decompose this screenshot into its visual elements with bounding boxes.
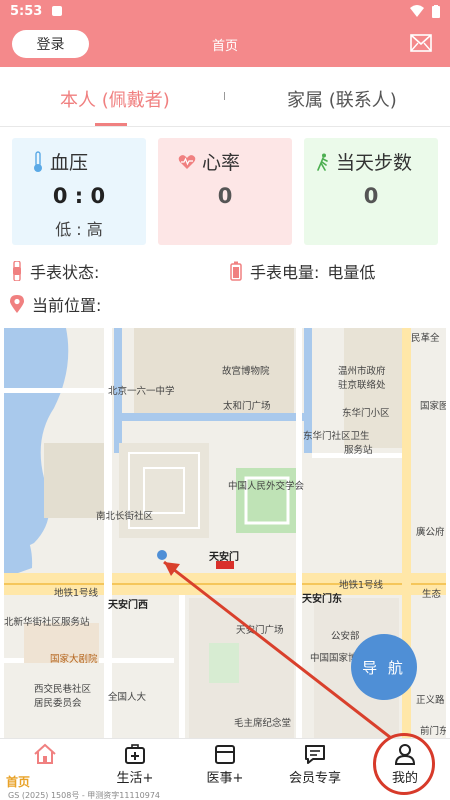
map-label: 北京一六一中学 xyxy=(108,386,175,397)
map-label: 廣公府 xyxy=(416,527,445,538)
steps-title: 当天步数 xyxy=(336,152,413,174)
watch-status-row: 手表状态: xyxy=(12,259,99,283)
map-copyright: GS (2025) 1508号 - 甲测资字11110974 xyxy=(8,791,161,800)
steps-value: 0 xyxy=(363,184,379,208)
navigate-button[interactable]: 导 航 xyxy=(351,634,417,700)
tab-divider xyxy=(224,92,225,100)
nav-medical[interactable]: 医事+ xyxy=(190,743,260,786)
map-label: 前门东 xyxy=(420,726,446,737)
steps-card[interactable]: 当天步数 0 xyxy=(304,138,438,245)
status-bar: 5:53 xyxy=(0,0,450,22)
medical-icon xyxy=(215,745,235,764)
chat-icon xyxy=(305,745,325,764)
map-label: 天安门东 xyxy=(302,594,342,605)
walking-icon xyxy=(317,153,328,171)
battery-icon xyxy=(432,4,440,18)
app-logo: 首页 xyxy=(6,775,31,789)
wifi-icon xyxy=(410,5,424,17)
blood-pressure-title: 血压 xyxy=(50,152,89,174)
map-label: 天安门西 xyxy=(108,600,148,611)
page-title: 首页 xyxy=(211,39,238,54)
location-row: 当前位置: xyxy=(10,292,101,316)
watch-status-label: 手表状态: xyxy=(30,263,100,282)
watch-icon xyxy=(13,261,21,281)
location-label: 当前位置: xyxy=(32,296,102,315)
map-label: 民革全 xyxy=(411,333,440,344)
medical-kit-icon xyxy=(125,744,145,764)
map-label: 毛主席纪念堂 xyxy=(234,718,292,729)
app-header: 登录 首页 xyxy=(0,22,450,67)
blood-pressure-card[interactable]: 血压 0 : 0 低 : 高 xyxy=(12,138,146,245)
nav-life-label: 生活+ xyxy=(116,771,154,786)
battery-label: 手表电量: xyxy=(250,263,320,282)
map-label: 公安部 xyxy=(331,631,360,642)
map-label: 北新华街社区服务站 xyxy=(4,617,90,628)
map-label: 驻京联络处 xyxy=(338,380,386,391)
map-label: 东华门社区卫生 xyxy=(303,431,370,442)
battery-row: 手表电量: 电量低 xyxy=(230,259,375,283)
battery-status-icon xyxy=(230,261,242,281)
map-label: 天安门 xyxy=(209,552,239,563)
active-tab-indicator xyxy=(95,123,127,126)
nav-vip-label: 会员专享 xyxy=(288,771,341,786)
nav-medical-label: 医事+ xyxy=(206,771,244,786)
thermometer-icon xyxy=(34,150,42,172)
heart-icon xyxy=(178,154,196,169)
map-label: 全国人大 xyxy=(108,692,147,703)
map-label: 温州市政府 xyxy=(338,366,386,377)
map-label: 居民委员会 xyxy=(34,698,82,709)
status-time: 5:53 xyxy=(10,3,43,19)
heart-rate-title: 心率 xyxy=(202,152,241,174)
highlight-circle xyxy=(373,733,435,795)
map-label: 国家图 xyxy=(420,401,446,412)
map-label: 生态 xyxy=(422,589,442,600)
map-label: 地铁1号线 xyxy=(339,580,384,591)
notification-icon xyxy=(52,6,63,16)
user-tabs: 本人 (佩戴者) 家属 (联系人) xyxy=(0,67,450,127)
map-label: 地铁1号线 xyxy=(54,588,99,599)
tab-family[interactable]: 家属 (联系人) xyxy=(287,86,397,112)
home-icon xyxy=(34,743,56,764)
heart-rate-card[interactable]: 心率 0 xyxy=(158,138,292,245)
nav-vip[interactable]: 会员专享 xyxy=(280,743,350,786)
map-label: 服务站 xyxy=(344,445,373,456)
map-label: 天安门广场 xyxy=(236,625,284,636)
location-pin-icon xyxy=(10,295,24,313)
map-label: 正义路 xyxy=(416,695,445,706)
map-label: 南北长街社区 xyxy=(96,511,154,522)
nav-life[interactable]: 生活+ xyxy=(100,743,170,786)
map-label: 国家大剧院 xyxy=(50,654,98,665)
map-label: 东华门小区 xyxy=(342,408,390,419)
blood-pressure-value: 0 : 0 xyxy=(52,184,106,208)
mail-icon[interactable] xyxy=(410,34,432,52)
map-label: 西交民巷社区 xyxy=(34,684,92,695)
map-label: 太和门广场 xyxy=(223,401,271,412)
tab-self[interactable]: 本人 (佩戴者) xyxy=(60,86,170,112)
heart-rate-value: 0 xyxy=(217,184,233,208)
map-label: 故宫博物院 xyxy=(222,366,270,377)
blood-pressure-sub: 低 : 高 xyxy=(55,220,103,239)
battery-value: 电量低 xyxy=(327,263,376,282)
map-label: 中国人民外交学会 xyxy=(228,481,305,492)
location-map[interactable]: 民革全 北京一六一中学 故宫博物院 温州市政府 驻京联络处 东华门小区 国家图 … xyxy=(4,328,446,738)
